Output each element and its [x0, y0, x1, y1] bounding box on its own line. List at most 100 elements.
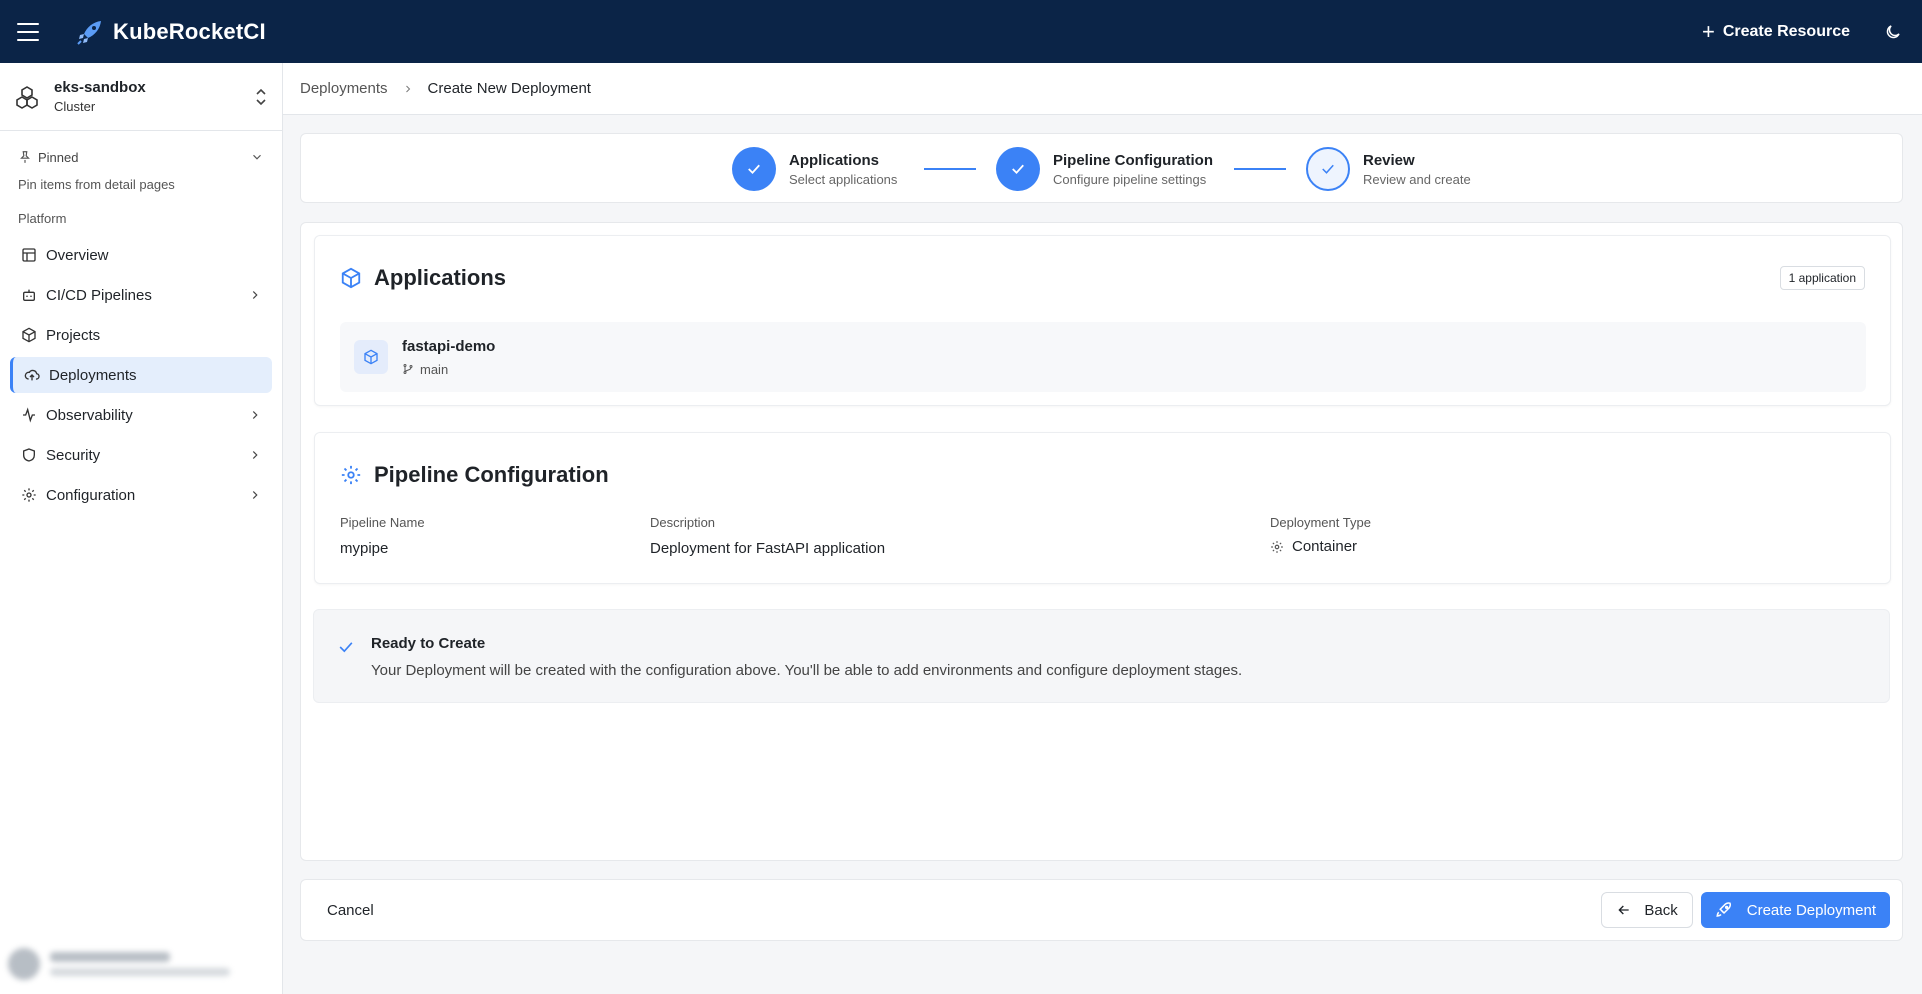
step-review[interactable]: Review Review and create [1306, 147, 1471, 191]
pipeline-name-label: Pipeline Name [340, 515, 425, 530]
check-icon [1306, 147, 1350, 191]
application-branch: main [402, 362, 495, 377]
step-subtitle: Review and create [1363, 171, 1471, 187]
sidebar-item-label: Overview [46, 246, 109, 264]
ready-text: Your Deployment will be created with the… [371, 662, 1243, 679]
app-logo[interactable]: KubeRocketCI [75, 17, 266, 47]
layout-icon [20, 246, 38, 264]
cluster-switcher[interactable]: eks-sandbox Cluster [0, 63, 282, 131]
arrow-left-icon [1618, 905, 1630, 915]
sidebar-item-observability[interactable]: Observability [10, 397, 272, 433]
pipeline-configuration-title: Pipeline Configuration [374, 462, 609, 487]
pinned-section-toggle[interactable]: Pinned [0, 143, 282, 171]
step-title: Review [1363, 151, 1415, 169]
shield-icon [20, 446, 38, 464]
rocket-icon [1716, 902, 1731, 917]
sidebar: eks-sandbox Cluster Pinned Pin items fro… [0, 63, 283, 994]
sidebar-item-label: Projects [46, 326, 101, 344]
breadcrumb: Deployments Create New Deployment [283, 63, 1922, 115]
pin-icon [20, 151, 30, 163]
pinned-label: Pinned [38, 149, 79, 165]
theme-toggle-moon-icon[interactable] [1884, 23, 1902, 41]
box-icon [20, 326, 38, 344]
cluster-icon [16, 85, 38, 109]
pipeline-name-field: Pipeline Name mypipe [340, 515, 425, 557]
create-resource-button[interactable]: + Create Resource [1701, 18, 1850, 44]
pipeline-configuration-card: Pipeline Configuration Pipeline Name myp… [314, 432, 1891, 584]
nav-section-label: Platform [18, 211, 67, 226]
description-field: Description Deployment for FastAPI appli… [650, 515, 885, 557]
rocket-icon [77, 20, 101, 45]
sidebar-item-security[interactable]: Security [10, 437, 272, 473]
cancel-button[interactable]: Cancel [327, 902, 374, 919]
gear-icon [341, 465, 361, 485]
deployment-type-label: Deployment Type [1270, 515, 1371, 530]
git-branch-icon [403, 364, 413, 374]
sidebar-item-label: Security [46, 446, 101, 464]
avatar [8, 948, 40, 980]
create-deployment-button[interactable]: Create Deployment [1700, 892, 1890, 928]
branch-name: main [420, 361, 449, 377]
step-applications[interactable]: Applications Select applications [732, 147, 897, 191]
breadcrumb-current: Create New Deployment [427, 80, 591, 97]
cloud-upload-icon [23, 366, 41, 384]
sidebar-item-configuration[interactable]: Configuration [10, 477, 272, 513]
sidebar-item-cicd-pipelines[interactable]: CI/CD Pipelines [10, 277, 272, 313]
applications-card: Applications 1 application fastapi-demo … [314, 235, 1891, 406]
sidebar-item-label: Configuration [46, 486, 136, 504]
application-name: fastapi-demo [402, 337, 496, 355]
pipeline-name-value: mypipe [340, 540, 389, 557]
step-title: Applications [789, 151, 880, 169]
chevron-right-icon [252, 411, 258, 419]
activity-icon [20, 406, 38, 424]
menu-icon[interactable] [17, 22, 39, 41]
chevron-up-down-icon [256, 88, 266, 105]
step-pipeline-configuration[interactable]: Pipeline Configuration Configure pipelin… [996, 147, 1213, 191]
check-icon [732, 147, 776, 191]
deployment-type-text: Container [1292, 538, 1358, 555]
wizard-stepper: Applications Select applications Pipelin… [300, 133, 1903, 203]
wizard-footer: Cancel Back Create Deployment [300, 879, 1903, 941]
cluster-name: eks-sandbox [54, 79, 146, 96]
back-button[interactable]: Back [1601, 892, 1693, 928]
sidebar-item-deployments[interactable]: Deployments [10, 357, 272, 393]
pinned-hint: Pin items from detail pages [18, 177, 175, 192]
top-bar: KubeRocketCI + Create Resource [0, 0, 1922, 63]
chevron-right-icon [252, 291, 258, 299]
box-icon [341, 267, 361, 289]
app-title: KubeRocketCI [113, 18, 266, 44]
chevron-right-icon [252, 491, 258, 499]
description-value: Deployment for FastAPI application [650, 540, 886, 557]
sidebar-nav: Overview CI/CD Pipelines Projects Deploy… [0, 237, 282, 513]
gear-icon [20, 486, 38, 504]
create-deployment-label: Create Deployment [1746, 901, 1876, 919]
plus-icon: + [1701, 18, 1715, 44]
breadcrumb-deployments-link[interactable]: Deployments [300, 80, 388, 97]
cluster-type: Cluster [54, 99, 96, 114]
applications-title: Applications [374, 265, 507, 290]
list-item: fastapi-demo main [340, 322, 1866, 392]
user-profile-blurred[interactable] [8, 942, 276, 986]
chevron-right-icon [252, 451, 258, 459]
step-connector [924, 168, 976, 170]
step-subtitle: Configure pipeline settings [1053, 171, 1207, 187]
applications-count-badge: 1 application [1779, 266, 1865, 290]
step-title: Pipeline Configuration [1053, 151, 1213, 169]
sidebar-item-label: Observability [46, 406, 133, 424]
review-panel: Applications 1 application fastapi-demo … [300, 222, 1903, 861]
create-resource-label: Create Resource [1722, 22, 1850, 40]
step-subtitle: Select applications [789, 171, 898, 187]
bot-icon [20, 286, 38, 304]
sidebar-item-label: Deployments [49, 366, 137, 384]
sidebar-item-projects[interactable]: Projects [10, 317, 272, 353]
gear-icon [1271, 540, 1283, 553]
box-icon [354, 340, 388, 374]
deployment-type-field: Deployment Type Container [1270, 515, 1371, 555]
description-label: Description [650, 515, 716, 530]
sidebar-item-overview[interactable]: Overview [10, 237, 272, 273]
back-label: Back [1644, 901, 1678, 919]
sidebar-item-label: CI/CD Pipelines [46, 286, 152, 304]
chevron-right-icon [405, 85, 410, 92]
deployment-type-value: Container [1270, 538, 1371, 555]
check-icon [339, 642, 353, 653]
